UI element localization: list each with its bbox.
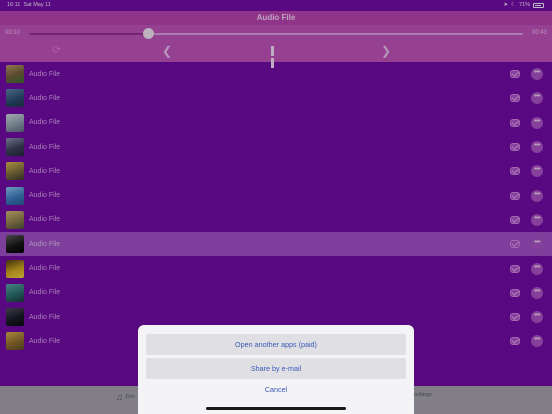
cancel-button[interactable]: Cancel: [138, 385, 414, 394]
share-by-email-button[interactable]: Share by e-mail: [146, 358, 406, 379]
home-indicator: [206, 407, 346, 410]
open-another-apps-button[interactable]: Open another apps (paid): [146, 334, 406, 355]
action-sheet: Open another apps (paid) Share by e-mail…: [138, 325, 414, 414]
